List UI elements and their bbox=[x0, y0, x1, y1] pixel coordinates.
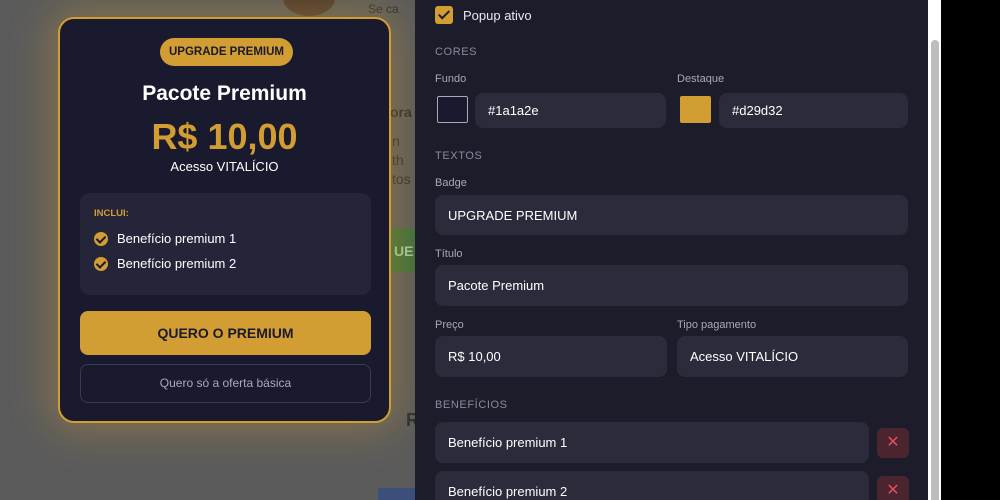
popup-benefit-label: Benefício premium 2 bbox=[117, 256, 237, 271]
includes-label: INCLUI: bbox=[94, 208, 129, 219]
popup-benefit-item: Benefício premium 1 bbox=[94, 231, 236, 246]
popup-includes-box: INCLUI: Benefício premium 1 Benefício pr… bbox=[80, 193, 371, 295]
close-icon: ✕ bbox=[886, 482, 900, 499]
benefit-input[interactable]: Benefício premium 2 bbox=[435, 471, 869, 500]
popup-active-toggle[interactable]: Popup ativo bbox=[435, 6, 532, 24]
benefit-input[interactable]: Benefício premium 1 bbox=[435, 422, 869, 463]
background-text: Se ca bbox=[368, 2, 399, 16]
background-block bbox=[378, 488, 415, 500]
background-color-swatch[interactable] bbox=[437, 96, 468, 123]
title-input[interactable]: Pacote Premium bbox=[435, 265, 908, 306]
popup-benefit-label: Benefício premium 1 bbox=[117, 231, 237, 246]
badge-label: Badge bbox=[435, 177, 467, 189]
popup-access-type: Acesso VITALÍCIO bbox=[170, 159, 279, 174]
badge-input[interactable]: UPGRADE PREMIUM bbox=[435, 195, 908, 235]
popup-active-label: Popup ativo bbox=[463, 7, 532, 23]
background-text: tos bbox=[392, 171, 411, 187]
popup-active-checkbox[interactable] bbox=[435, 6, 453, 24]
remove-benefit-button[interactable]: ✕ bbox=[877, 476, 909, 500]
background-text: th bbox=[392, 152, 404, 168]
payment-type-input[interactable]: Acesso VITALÍCIO bbox=[677, 336, 908, 377]
highlight-color-label: Destaque bbox=[677, 73, 725, 85]
background-text: ora bbox=[390, 104, 412, 120]
cta-premium-button[interactable]: QUERO O PREMIUM bbox=[80, 311, 371, 355]
screen: Se ca ora n th tos UE R UPGRADE PREMIUM … bbox=[0, 0, 1000, 500]
premium-popup-preview: UPGRADE PREMIUM Pacote Premium R$ 10,00 … bbox=[58, 17, 391, 423]
background-text: n bbox=[392, 133, 400, 149]
popup-badge: UPGRADE PREMIUM bbox=[160, 38, 293, 66]
background-color-input[interactable]: #1a1a2e bbox=[475, 93, 666, 128]
background-color-label: Fundo bbox=[435, 73, 467, 85]
remove-benefit-button[interactable]: ✕ bbox=[877, 428, 909, 458]
section-heading-benefits: BENEFÍCIOS bbox=[435, 399, 508, 411]
popup-benefit-item: Benefício premium 2 bbox=[94, 256, 236, 271]
payment-type-label: Tipo pagamento bbox=[677, 319, 757, 331]
highlight-color-input[interactable]: #d29d32 bbox=[719, 93, 908, 128]
popup-price: R$ 10,00 bbox=[151, 116, 298, 157]
section-heading-texts: TEXTOS bbox=[435, 150, 483, 162]
scrollbar-thumb[interactable] bbox=[931, 40, 939, 500]
section-heading-colors: CORES bbox=[435, 46, 478, 58]
title-label: Título bbox=[435, 248, 463, 260]
background-text: UE bbox=[394, 243, 414, 259]
price-label: Preço bbox=[435, 319, 464, 331]
cta-basic-button[interactable]: Quero só a oferta básica bbox=[80, 364, 371, 403]
price-input[interactable]: R$ 10,00 bbox=[435, 336, 667, 377]
highlight-color-swatch[interactable] bbox=[680, 96, 711, 123]
close-icon: ✕ bbox=[886, 434, 900, 451]
popup-settings-panel: Popup ativo CORES Fundo #1a1a2e Destaque… bbox=[415, 0, 928, 500]
background-avatar bbox=[283, 0, 335, 16]
popup-title: Pacote Premium bbox=[142, 82, 307, 105]
check-circle-icon bbox=[94, 256, 108, 271]
window-gutter bbox=[941, 0, 1000, 500]
check-circle-icon bbox=[94, 231, 108, 246]
background-text: R bbox=[406, 410, 415, 430]
